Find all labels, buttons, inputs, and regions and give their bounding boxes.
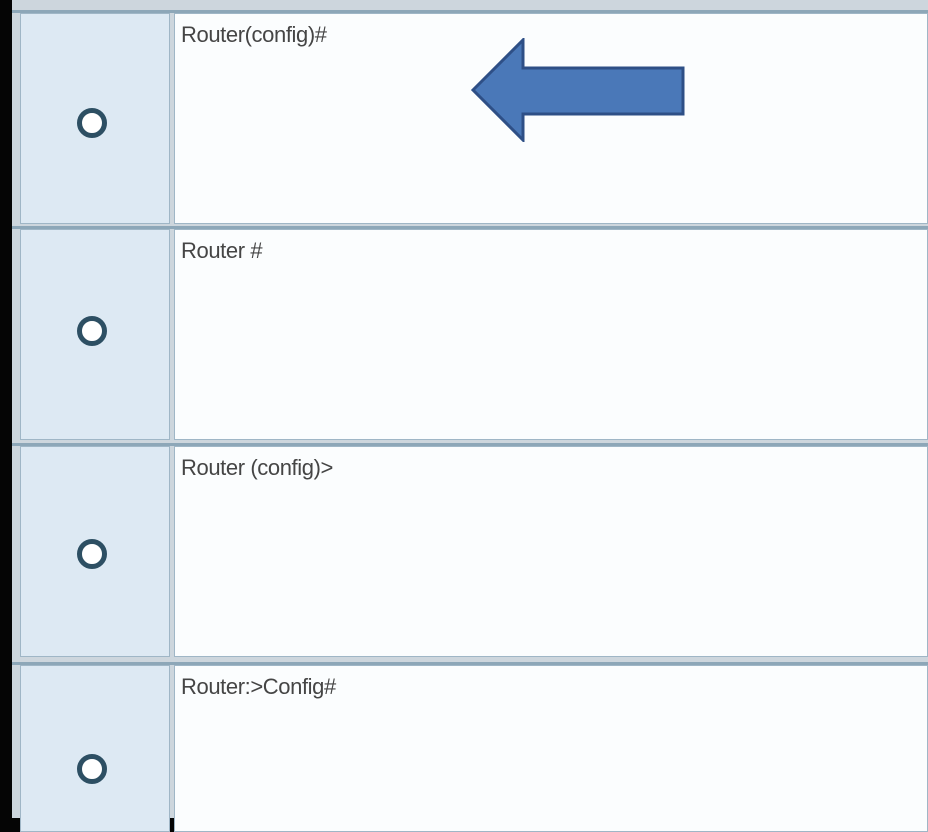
radio-cell bbox=[20, 13, 170, 224]
radio-cell bbox=[20, 446, 170, 657]
answer-option-2[interactable]: Router # bbox=[12, 226, 928, 440]
radio-button-option-1[interactable] bbox=[77, 108, 107, 138]
left-arrow-icon bbox=[470, 38, 685, 142]
screen: Router(config)# Router # Router (config)… bbox=[0, 0, 928, 832]
answer-label: Router # bbox=[181, 238, 263, 263]
answer-cell: Router # bbox=[174, 229, 928, 440]
answer-option-4[interactable]: Router:>Config# bbox=[12, 662, 928, 832]
radio-button-option-2[interactable] bbox=[77, 316, 107, 346]
answer-cell: Router (config)> bbox=[174, 446, 928, 657]
radio-button-option-3[interactable] bbox=[77, 539, 107, 569]
answer-cell: Router:>Config# bbox=[174, 665, 928, 832]
radio-button-option-4[interactable] bbox=[77, 754, 107, 784]
answer-label: Router(config)# bbox=[181, 22, 327, 47]
answer-label: Router (config)> bbox=[181, 455, 333, 480]
answer-label: Router:>Config# bbox=[181, 674, 336, 699]
answer-option-3[interactable]: Router (config)> bbox=[12, 443, 928, 657]
radio-cell bbox=[20, 229, 170, 440]
radio-cell bbox=[20, 665, 170, 832]
